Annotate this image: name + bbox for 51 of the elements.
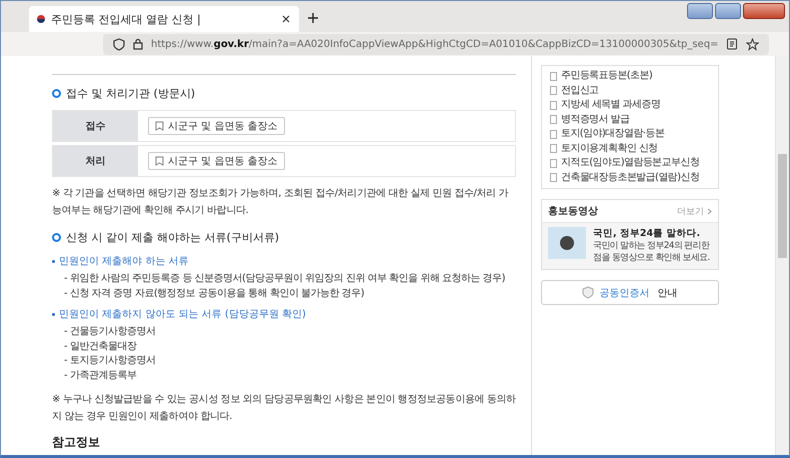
related-service-link[interactable]: 주민등록표등본(초본) [550,69,710,84]
notice-text: ※ 각 기관을 선택하면 해당기관 정보조회가 가능하며, 조회된 접수/처리기관에 대한 실제 민원 접수/처리 가능여부는 해당기관에 확인해 주시기 바랍니다. [52,187,510,218]
reference-heading: 참고정보 [52,434,101,451]
related-service-link[interactable]: 토지이용계획확인 신청 [550,142,710,156]
related-service-link[interactable]: 토지(임야)대장열람·등본 [550,127,710,142]
window-close-button[interactable] [743,3,785,19]
chevron-right-icon[interactable] [707,208,712,214]
document-item: - 토지등기사항증명서 [64,354,156,368]
video-thumbnail[interactable] [548,227,586,259]
row-label: 접수 [53,111,138,141]
document-group-title: 민원인이 제출해야 하는 서류 [59,255,189,268]
minimize-button[interactable] [687,3,713,19]
bullet-icon [52,260,55,262]
certificate-guide-button[interactable]: 공동인증서 안내 [541,280,719,305]
video-description: 국민이 말하는 정부24의 편리한 점을 동영상으로 확인해 보세요. [593,240,711,264]
document-group-title: 민원인이 제출하지 않아도 되는 서류 (담당공무원 확인) [59,308,306,321]
video-title: 국민, 정부24를 말하다. [593,227,702,240]
flag-icon [37,15,45,23]
new-tab-icon[interactable] [307,12,319,24]
section-heading: 접수 및 처리기관 (방문시) [52,86,516,101]
document-item: - 위임한 사람의 주민등록증 등 신분증명서(담당공무원이 위임장의 진위 여부 확인을 위해 요청하는 경우) [64,272,506,286]
section-heading: 신청 시 같이 제출 해야하는 서류(구비서류) [52,230,516,245]
url-text: https://www.gov.kr/main?a=AA020InfoCappViewApp&HighCtgCD=A01010&CappBizCD=13100000305&tp_seq= [151,38,718,50]
related-service-link[interactable]: 지방세 세목별 과세증명 [550,98,710,112]
document-item: - 건물등기사항증명서 [64,325,156,339]
document-item: - 가족관계등록부 [64,368,138,382]
shield-icon[interactable] [113,38,125,50]
office-button[interactable]: 시군구 및 읍면동 출장소 [148,117,285,135]
bookmark-icon [155,121,164,131]
related-service-link[interactable]: 건축물대장등초본발급(열람)신청 [550,170,710,185]
panel-title: 홍보동영상 [548,205,598,218]
scrollbar[interactable] [775,56,789,455]
bookmark-icon [155,156,164,166]
document-item: - 신청 자격 증명 자료(행정정보 공동이용을 통해 확인이 불가능한 경우) [64,286,366,300]
office-button[interactable]: 시군구 및 읍면동 출장소 [148,152,285,170]
notice-text: ※ 누구나 신청발급받을 수 있는 공시성 정보 외의 담당공무원확인 사항은 본인이 행정정보공동이용에 동의하지 않는 경우 민원인이 제출하여야 합니다. [52,393,516,424]
bullet-icon [52,312,55,316]
browser-tab[interactable]: 주민등록 전입세대 열람 신청 | [29,6,299,32]
reader-view-icon[interactable] [726,38,738,50]
lock-icon[interactable] [133,38,143,50]
star-icon[interactable] [746,38,760,50]
related-service-link[interactable]: 지적도(임야도)열람등본교부신청 [550,156,710,170]
document-item: - 일반건축물대장 [64,340,138,354]
row-label: 처리 [53,146,138,176]
related-service-link[interactable]: 전입신고 [550,84,710,98]
maximize-button[interactable] [715,3,741,19]
related-service-link[interactable]: 병적증명서 발급 [550,112,710,127]
shield-icon [582,286,594,299]
address-bar[interactable]: https://www.gov.kr/main?a=AA020InfoCappViewApp&HighCtgCD=A01010&CappBizCD=13100000305&tp_seq= [103,34,770,54]
close-icon[interactable] [281,14,291,24]
tab-title: 주민등록 전입세대 열람 신청 | [51,12,202,26]
